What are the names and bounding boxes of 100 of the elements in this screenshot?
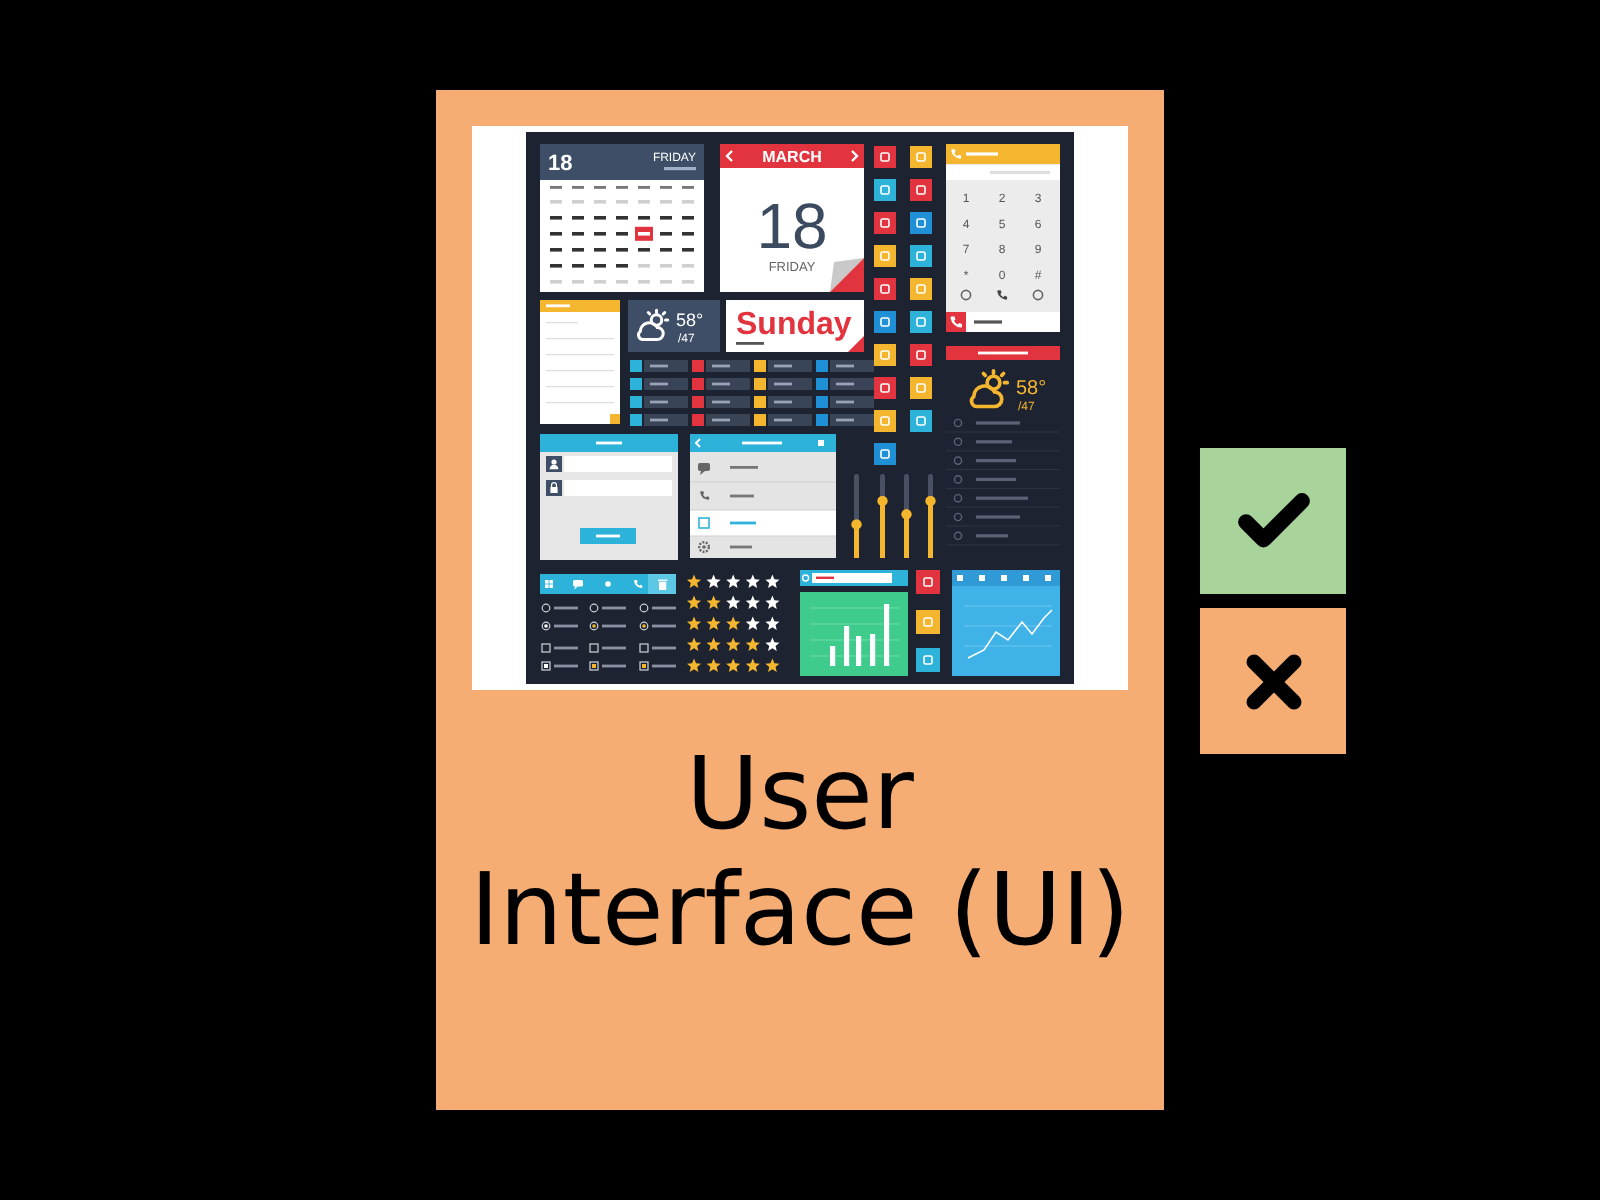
wrong-button[interactable] xyxy=(1200,608,1346,754)
chip-drawing xyxy=(630,396,688,408)
star-icon xyxy=(745,616,760,630)
chip-drawing xyxy=(754,396,812,408)
circle-icon xyxy=(960,289,972,301)
card-caption: User Interface (UI) xyxy=(467,736,1133,968)
chip-drawing xyxy=(816,414,874,426)
speech-bubble-icon xyxy=(573,580,583,590)
star-icon xyxy=(765,574,780,588)
chart-bar xyxy=(856,636,862,666)
star-icon xyxy=(745,658,760,672)
app-tile-icon xyxy=(874,179,896,201)
calendar-day: 18 xyxy=(548,152,573,176)
star-icon xyxy=(686,637,702,651)
app-tile-icon xyxy=(874,443,896,465)
app-tile-icon xyxy=(910,344,932,366)
square-icon xyxy=(1023,575,1029,581)
chevron-left-icon xyxy=(725,150,733,162)
star-icon xyxy=(706,574,721,588)
app-tile-icon xyxy=(874,344,896,366)
star-icon xyxy=(745,637,760,651)
grid-icon xyxy=(545,580,553,588)
square-icon xyxy=(957,575,963,581)
app-tile-icon xyxy=(874,146,896,168)
weather-header-bar xyxy=(946,346,1060,360)
app-tile-icon xyxy=(874,278,896,300)
chart-bar xyxy=(830,646,836,666)
app-tile-icon xyxy=(910,146,932,168)
app-tile-icon xyxy=(910,245,932,267)
circle-icon xyxy=(953,493,963,503)
temperature-reading: 58° xyxy=(676,310,704,330)
bin-icon xyxy=(658,579,668,590)
phone-icon xyxy=(634,580,643,588)
chip-drawing xyxy=(630,378,688,390)
circle-icon xyxy=(1032,289,1044,301)
chevron-left-icon xyxy=(694,438,701,448)
correct-button[interactable] xyxy=(1200,448,1346,594)
star-icon xyxy=(745,574,760,588)
phone-icon xyxy=(997,290,1008,300)
lock-icon xyxy=(546,480,562,496)
dot-icon xyxy=(605,581,611,587)
app-tile-icon xyxy=(910,377,932,399)
star-icon xyxy=(706,595,721,609)
circle-icon xyxy=(953,531,963,541)
search-bar-drawing xyxy=(800,570,908,586)
star-icon xyxy=(706,616,721,630)
circle-icon xyxy=(953,475,963,484)
star-icon xyxy=(686,616,702,630)
star-icon xyxy=(726,658,741,672)
chip-drawing xyxy=(630,414,688,426)
gear-icon xyxy=(698,541,710,553)
chip-drawing xyxy=(630,360,688,372)
star-icon xyxy=(706,658,721,672)
phone-icon xyxy=(951,149,962,159)
app-tile-icon xyxy=(874,212,896,234)
app-tile-icon xyxy=(874,245,896,267)
star-icon xyxy=(765,595,780,609)
chip-drawing xyxy=(692,360,750,372)
app-tile-icon xyxy=(910,212,932,234)
chip-drawing xyxy=(754,360,812,372)
speech-bubble-icon xyxy=(698,463,710,475)
star-icon xyxy=(726,574,741,588)
chip-drawing xyxy=(816,360,874,372)
app-tile-icon xyxy=(874,311,896,333)
notepad-widget xyxy=(540,300,620,424)
chip-drawing xyxy=(692,396,750,408)
month-label: MARCH xyxy=(762,148,822,167)
star-icon xyxy=(745,595,760,609)
star-icon xyxy=(765,658,780,672)
day-number: 18 xyxy=(756,190,828,262)
chip-drawing xyxy=(754,414,812,426)
app-tile-icon xyxy=(874,410,896,432)
star-icon xyxy=(686,595,702,609)
chip-drawing xyxy=(816,396,874,408)
chart-bar xyxy=(844,626,850,666)
star-icon xyxy=(686,574,702,588)
chip-drawing xyxy=(692,414,750,426)
slider-thumb xyxy=(901,509,912,520)
page-curl-icon xyxy=(848,336,864,352)
square-icon xyxy=(698,517,710,529)
circle-icon xyxy=(953,512,963,522)
phone-icon xyxy=(700,491,710,500)
square-icon xyxy=(979,575,985,581)
search-icon xyxy=(801,574,810,582)
app-tile-icon xyxy=(874,377,896,399)
input-field xyxy=(564,456,672,472)
star-icon xyxy=(726,595,741,609)
star-icon xyxy=(765,616,780,630)
circle-icon xyxy=(953,456,963,465)
cloud-sun-icon xyxy=(969,368,1010,409)
star-icon xyxy=(765,637,780,651)
app-tile-icon xyxy=(916,570,940,594)
app-tile-icon xyxy=(910,179,932,201)
circle-icon xyxy=(953,437,963,447)
page-curl-icon xyxy=(830,258,864,292)
chart-bar xyxy=(884,604,890,666)
day-name: Sunday xyxy=(736,308,852,342)
star-icon xyxy=(686,658,702,672)
chart-line xyxy=(967,609,1053,659)
square-icon xyxy=(1045,575,1051,581)
